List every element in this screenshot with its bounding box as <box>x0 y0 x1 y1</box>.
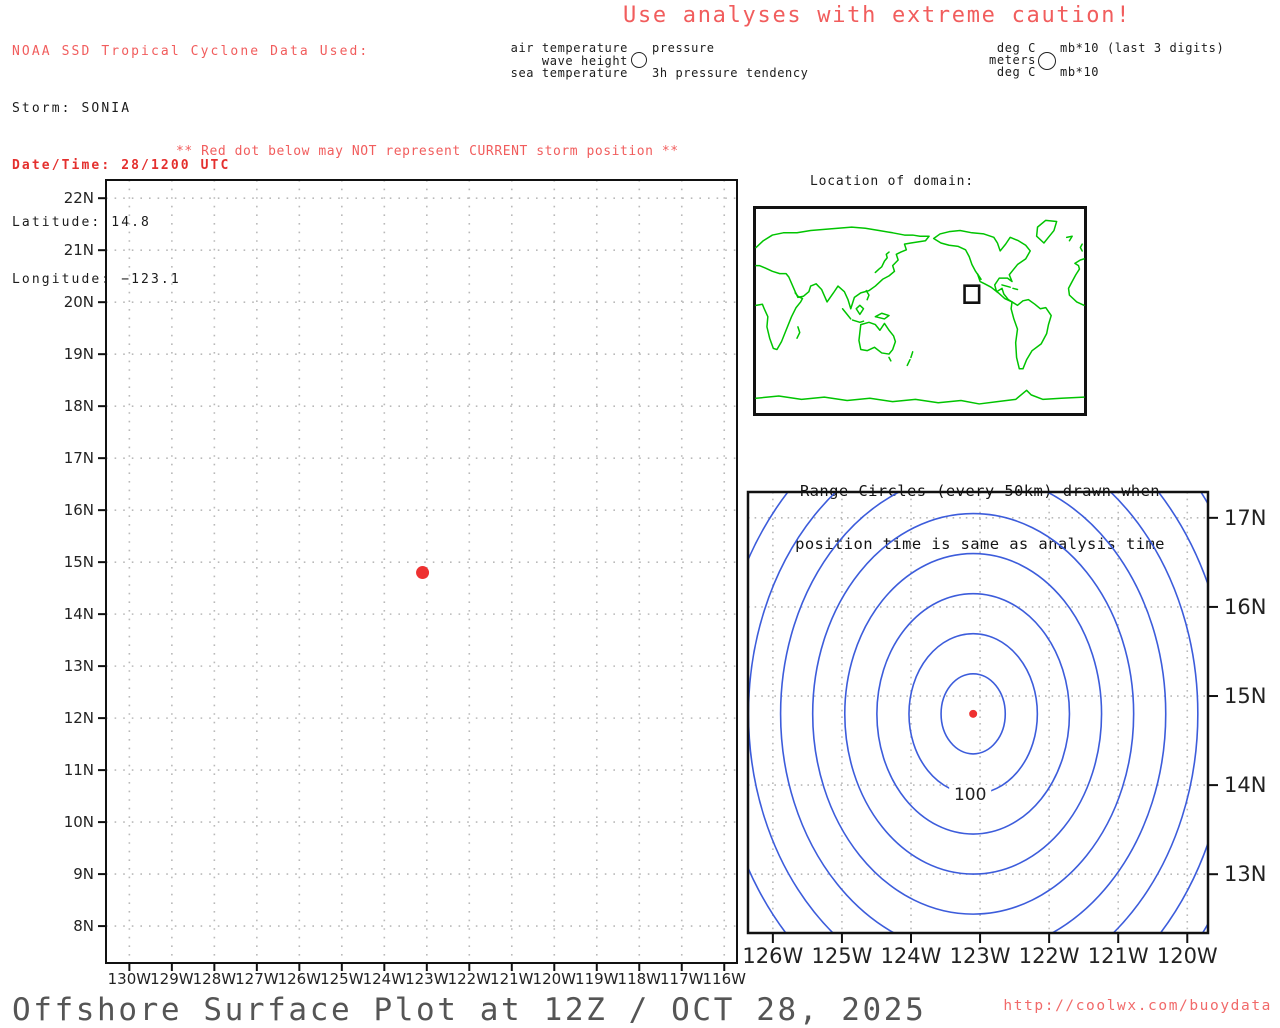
x-tick-label: 117W <box>660 970 704 988</box>
y-tick-label: 13N <box>64 657 94 675</box>
x-tick-label: 119W <box>575 970 619 988</box>
world-map-frame <box>753 206 1087 416</box>
y-tick-label: 9N <box>73 865 94 883</box>
caution-headline: Use analyses with extreme caution! <box>623 3 1132 28</box>
page-title: Offshore Surface Plot at 12Z / OCT 28, 2… <box>12 992 927 1028</box>
x-tick-label: 122W <box>1019 944 1080 968</box>
legend-unit-pressure: mb*10 (last 3 digits) <box>1060 41 1225 55</box>
x-tick-label: 123W <box>405 970 449 988</box>
domain-marker <box>965 286 980 303</box>
legend-pressure: pressure <box>652 41 715 55</box>
x-tick-label: 126W <box>742 944 803 968</box>
y-tick-label: 11N <box>64 761 94 779</box>
y-tick-label: 16N <box>64 501 94 519</box>
x-tick-label: 123W <box>950 944 1011 968</box>
y-tick-label: 16N <box>1224 595 1266 619</box>
y-tick-label: 13N <box>1224 862 1266 886</box>
station-circle-icon <box>1038 52 1056 70</box>
x-tick-label: 128W <box>193 970 237 988</box>
ring-label: 100 <box>954 785 986 805</box>
x-tick-label: 126W <box>278 970 322 988</box>
y-tick-label: 22N <box>64 189 94 207</box>
y-tick-label: 19N <box>64 345 94 363</box>
y-tick-label: 15N <box>64 553 94 571</box>
y-tick-label: 18N <box>64 397 94 415</box>
storm-position-dot <box>969 709 978 718</box>
x-tick-label: 120W <box>1157 944 1218 968</box>
world-coastlines <box>756 220 1084 404</box>
storm-position-plot: 130W 129W 128W 127W 126W 125W 124W 123W 122W 121W… <box>64 179 746 988</box>
x-tick-label: 127W <box>235 970 279 988</box>
x-tick-label: 125W <box>320 970 364 988</box>
x-tick-label: 118W <box>618 970 662 988</box>
storm-position-warning: ** Red dot below may NOT represent CURRE… <box>176 144 679 159</box>
y-tick-label: 20N <box>64 293 94 311</box>
y-tick-label: 17N <box>1224 506 1266 530</box>
legend-sea-temperature: sea temperature <box>510 66 628 80</box>
x-tick-label: 122W <box>448 970 492 988</box>
legend-air-temperature: air temperature <box>510 41 628 55</box>
plot-border <box>746 490 1210 935</box>
y-tick-label: 17N <box>64 449 94 467</box>
legend-unit-tendency: mb*10 <box>1060 65 1100 79</box>
y-tick-label: 21N <box>64 241 94 259</box>
world-map <box>756 209 1084 413</box>
data-source-label: NOAA SSD Tropical Cyclone Data Used: <box>12 44 370 59</box>
y-tick-label: 15N <box>1224 684 1266 708</box>
station-circle-icon <box>631 52 647 68</box>
x-tick-label: 120W <box>533 970 577 988</box>
x-tick-label: 130W <box>108 970 152 988</box>
y-tick-label: 8N <box>73 917 94 935</box>
storm-position-dot <box>416 566 430 580</box>
y-tick-label: 14N <box>1224 773 1266 797</box>
x-tick-label: 124W <box>881 944 942 968</box>
storm-name: Storm: SONIA <box>12 101 132 116</box>
range-circles-plot: 100 126W 125W 124W 123W 122W 121W 120W 13N 14N 15N… <box>742 490 1266 968</box>
site-url: http://coolwx.com/buoydata <box>1003 998 1272 1014</box>
legend-unit-sea: deg C <box>996 65 1036 79</box>
world-map-title: Location of domain: <box>810 174 974 189</box>
x-tick-label: 121W <box>1088 944 1149 968</box>
legend-pressure-tendency: 3h pressure tendency <box>652 66 809 80</box>
y-tick-label: 12N <box>64 709 94 727</box>
y-tick-label: 10N <box>64 813 94 831</box>
x-tick-label: 121W <box>490 970 534 988</box>
x-tick-label: 124W <box>363 970 407 988</box>
x-tick-label: 129W <box>150 970 194 988</box>
x-tick-label: 125W <box>812 944 873 968</box>
buoy-plot-page: { "header": { "source_label": "NOAA SSD … <box>0 0 1280 1028</box>
y-tick-label: 14N <box>64 605 94 623</box>
